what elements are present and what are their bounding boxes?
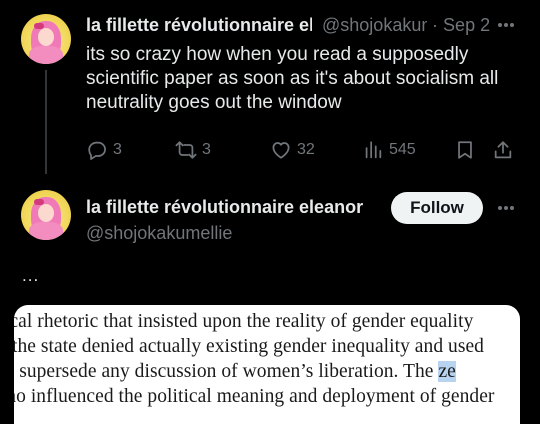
action-bar: 3 3 32 545	[86, 137, 526, 163]
share-icon	[494, 141, 512, 159]
tweet-text: ...	[22, 266, 40, 285]
avatar-body	[29, 222, 63, 240]
separator-dot: ·	[432, 15, 439, 35]
more-icon[interactable]	[496, 198, 516, 218]
paper-line-1: political rhetoric that insisted upon th…	[14, 311, 474, 332]
tweet-header: la fillette révolutionnaire eleanor @sho…	[86, 14, 490, 36]
reply-button[interactable]: 3	[86, 137, 122, 163]
paper-line-4: Mao influenced the political meaning and…	[14, 386, 495, 407]
avatar-face	[38, 204, 54, 222]
attached-image[interactable]: political rhetoric that insisted upon th…	[14, 305, 520, 424]
like-count: 32	[297, 141, 315, 158]
like-icon	[272, 142, 290, 159]
repost-button[interactable]: 3	[175, 137, 211, 163]
view-count: 545	[389, 141, 416, 158]
avatar[interactable]	[21, 14, 71, 64]
tweet-header: la fillette révolutionnaire eleanor	[86, 196, 363, 218]
avatar-face	[38, 28, 54, 46]
thread-line	[45, 70, 47, 174]
tweet-text: its so crazy how when you read a suppose…	[86, 44, 499, 113]
like-button[interactable]: 32	[270, 137, 315, 163]
bookmark-button[interactable]	[454, 137, 476, 163]
bookmark-icon	[458, 141, 472, 159]
repost-count: 3	[202, 141, 211, 158]
reply-count: 3	[113, 141, 122, 158]
avatar-ribbon	[34, 199, 44, 205]
paper-line-3-text: to supersede any discussion of women’s l…	[14, 361, 439, 382]
follow-button[interactable]: Follow	[391, 192, 483, 224]
avatar-body	[29, 46, 63, 64]
post-date[interactable]: Sep 2	[443, 15, 490, 35]
share-button[interactable]	[492, 137, 514, 163]
display-name[interactable]: la fillette révolutionnaire eleanor	[86, 196, 363, 218]
user-handle[interactable]: @shojokakumellie	[86, 222, 232, 244]
views-icon	[365, 141, 382, 159]
paper-line-3: to supersede any discussion of women’s l…	[14, 360, 456, 384]
highlighted-text: ze	[438, 361, 456, 382]
repost-icon	[175, 141, 197, 159]
paper-line-2: the state denied actually existing gende…	[14, 336, 484, 357]
avatar[interactable]	[21, 190, 71, 240]
more-icon[interactable]	[496, 15, 516, 35]
views-button[interactable]: 545	[362, 137, 416, 163]
user-handle[interactable]: @shojokakumellie	[322, 14, 427, 36]
reply-icon	[88, 141, 106, 160]
avatar-ribbon	[34, 23, 44, 29]
display-name[interactable]: la fillette révolutionnaire eleanor	[86, 14, 312, 36]
